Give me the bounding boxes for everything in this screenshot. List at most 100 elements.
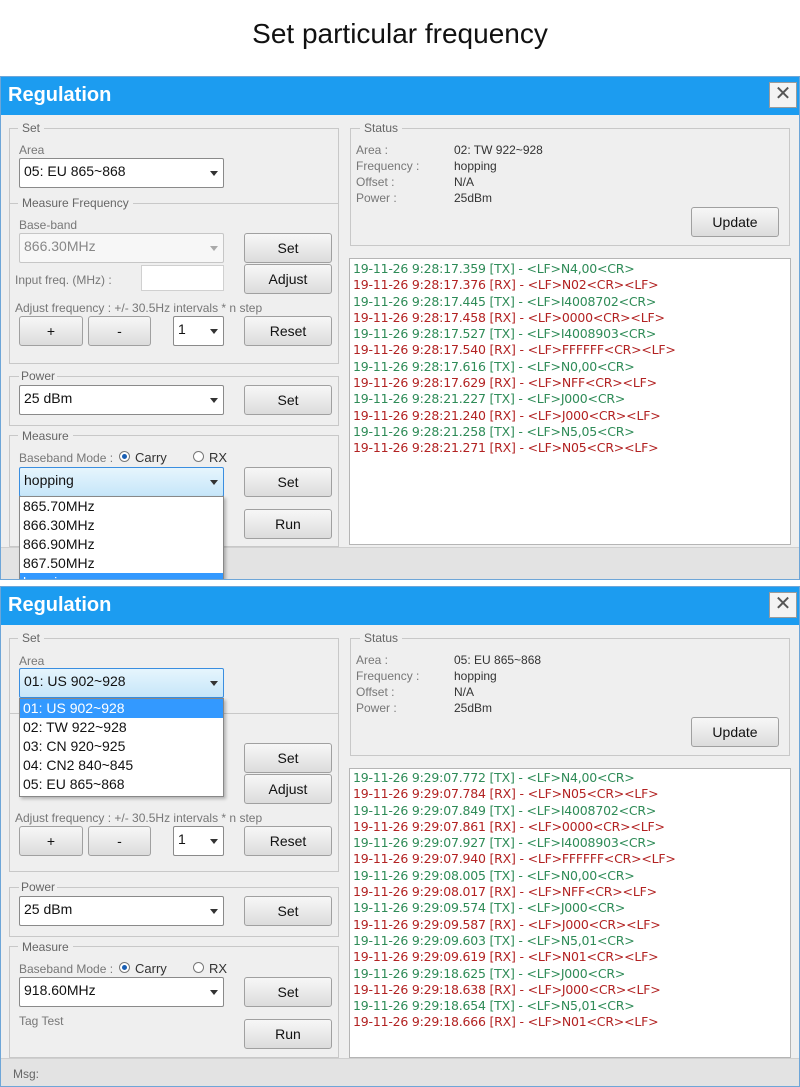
status-area-value: 02: TW 922~928 (454, 143, 543, 157)
update-button[interactable]: Update (691, 717, 779, 747)
close-icon: ✕ (774, 593, 792, 615)
dropdown-option-selected[interactable]: 01: US 902~928 (20, 699, 223, 718)
rx-radio[interactable] (193, 962, 204, 973)
rx-radio[interactable] (193, 451, 204, 462)
adjust-frequency-label: Adjust frequency : +/- 30.5Hz intervals … (15, 301, 263, 315)
log-line: 19-11-26 9:28:17.458 [RX] - <LF>0000<CR>… (353, 309, 665, 325)
set-frequency-button[interactable]: Set (244, 233, 332, 263)
chevron-down-icon (210, 990, 218, 995)
log-line: 19-11-26 9:29:18.625 [TX] - <LF>J000<CR> (353, 965, 626, 981)
rx-radio-label: RX (209, 961, 228, 976)
update-button[interactable]: Update (691, 207, 779, 237)
power-label: Power (19, 880, 58, 894)
log-line: 19-11-26 9:29:08.017 [RX] - <LF>NFF<CR><… (353, 884, 657, 900)
log-line: 19-11-26 9:28:17.629 [RX] - <LF>NFF<CR><… (353, 375, 657, 391)
log-line: 19-11-26 9:28:21.240 [RX] - <LF>J000<CR>… (353, 407, 661, 423)
close-button[interactable]: ✕ (769, 82, 797, 108)
power-select-value: 25 dBm (24, 390, 73, 406)
adjust-button[interactable]: Adjust (244, 774, 332, 804)
log-line: 19-11-26 9:29:07.772 [TX] - <LF>N4,00<CR… (353, 770, 635, 785)
measure-frequency-select[interactable]: hopping (19, 467, 224, 497)
msg-label: Msg: (13, 1067, 40, 1081)
area-select-value: 05: EU 865~868 (24, 163, 126, 179)
log-line: 19-11-26 9:28:21.258 [TX] - <LF>N5,05<CR… (353, 423, 635, 439)
increment-button[interactable]: + (19, 826, 83, 856)
set-power-button[interactable]: Set (244, 896, 332, 926)
dropdown-option[interactable]: 02: TW 922~928 (20, 718, 223, 737)
baseband-select[interactable]: 866.30MHz (19, 233, 224, 263)
frequency-dropdown-list: 865.70MHz 866.30MHz 866.90MHz 867.50MHz … (19, 496, 224, 579)
status-area-label: Area : (356, 653, 389, 667)
log-line: 19-11-26 9:28:17.376 [RX] - <LF>N02<CR><… (353, 277, 659, 293)
area-select[interactable]: 05: EU 865~868 (19, 158, 224, 188)
set-frequency-button[interactable]: Set (244, 743, 332, 773)
dropdown-option[interactable]: 866.30MHz (20, 516, 223, 535)
log-line: 19-11-26 9:29:18.638 [RX] - <LF>J000<CR>… (353, 981, 661, 997)
status-frequency-value: hopping (454, 159, 497, 173)
status-frequency-value: hopping (454, 669, 497, 683)
log-line: 19-11-26 9:28:17.359 [TX] - <LF>N4,00<CR… (353, 261, 635, 276)
area-label: Area (19, 143, 45, 157)
log-panel[interactable]: 19-11-26 9:28:17.359 [TX] - <LF>N4,00<CR… (349, 258, 791, 545)
dropdown-option-selected[interactable]: hopping (20, 573, 223, 579)
decrement-button[interactable]: - (88, 316, 151, 346)
log-line: 19-11-26 9:29:08.005 [TX] - <LF>N0,00<CR… (353, 867, 635, 883)
run-button[interactable]: Run (244, 1019, 332, 1049)
baseband-label: Base-band (19, 218, 78, 232)
baseband-mode-label: Baseband Mode : (19, 451, 114, 465)
dropdown-option[interactable]: 865.70MHz (20, 497, 223, 516)
set-power-button[interactable]: Set (244, 385, 332, 415)
dropdown-option[interactable]: 03: CN 920~925 (20, 737, 223, 756)
increment-button[interactable]: + (19, 316, 83, 346)
log-line: 19-11-26 9:28:21.227 [TX] - <LF>J000<CR> (353, 391, 626, 407)
set-measure-button[interactable]: Set (244, 467, 332, 497)
log-line: 19-11-26 9:29:18.654 [TX] - <LF>N5,01<CR… (353, 998, 635, 1014)
measure-group-label: Measure (18, 940, 73, 954)
rx-radio-label: RX (209, 450, 228, 465)
chevron-down-icon (210, 839, 218, 844)
power-select[interactable]: 25 dBm (19, 896, 224, 926)
dropdown-option[interactable]: 867.50MHz (20, 554, 223, 573)
log-line: 19-11-26 9:29:09.603 [TX] - <LF>N5,01<CR… (353, 932, 635, 948)
chevron-down-icon (210, 398, 218, 403)
adjust-button[interactable]: Adjust (244, 264, 332, 294)
measure-frequency-select[interactable]: 918.60MHz (19, 977, 224, 1007)
log-line: 19-11-26 9:28:17.540 [RX] - <LF>FFFFFF<C… (353, 342, 676, 358)
close-button[interactable]: ✕ (769, 592, 797, 618)
page-title: Set particular frequency (252, 18, 548, 49)
status-power-value: 25dBm (454, 191, 493, 205)
log-panel[interactable]: 19-11-26 9:29:07.772 [TX] - <LF>N4,00<CR… (349, 768, 791, 1058)
carry-radio[interactable] (119, 962, 130, 973)
status-offset-value: N/A (454, 175, 475, 189)
log-line: 19-11-26 9:29:07.927 [TX] - <LF>I4008903… (353, 835, 657, 851)
chevron-down-icon (210, 329, 218, 334)
status-frequency-label: Frequency : (356, 669, 420, 683)
chevron-down-icon (210, 480, 218, 485)
set-measure-button[interactable]: Set (244, 977, 332, 1007)
input-freq-field[interactable] (141, 265, 224, 291)
chevron-down-icon (210, 681, 218, 686)
dropdown-option[interactable]: 05: EU 865~868 (20, 775, 223, 794)
input-freq-label: Input freq. (MHz) : (15, 273, 112, 287)
step-select[interactable]: 1 (173, 316, 224, 346)
measure-frequency-value: 918.60MHz (24, 982, 96, 998)
regulation-window-1: Regulation ✕ Set Area 05: EU 865~868 Mea… (0, 76, 800, 580)
status-area-value: 05: EU 865~868 (454, 653, 542, 667)
carry-radio[interactable] (119, 451, 130, 462)
run-button[interactable]: Run (244, 509, 332, 539)
area-label: Area (19, 654, 45, 668)
status-frequency-label: Frequency : (356, 159, 420, 173)
measure-frequency-value: hopping (24, 472, 74, 488)
decrement-button[interactable]: - (88, 826, 151, 856)
status-power-label: Power : (356, 191, 397, 205)
dropdown-option[interactable]: 866.90MHz (20, 535, 223, 554)
reset-button[interactable]: Reset (244, 316, 332, 346)
power-select[interactable]: 25 dBm (19, 385, 224, 415)
dropdown-option[interactable]: 04: CN2 840~845 (20, 756, 223, 775)
power-select-value: 25 dBm (24, 901, 73, 917)
reset-button[interactable]: Reset (244, 826, 332, 856)
step-select[interactable]: 1 (173, 826, 224, 856)
area-select[interactable]: 01: US 902~928 (19, 668, 224, 698)
message-bar: Msg: (1, 1058, 799, 1086)
area-dropdown-list: 01: US 902~928 02: TW 922~928 03: CN 920… (19, 698, 224, 797)
